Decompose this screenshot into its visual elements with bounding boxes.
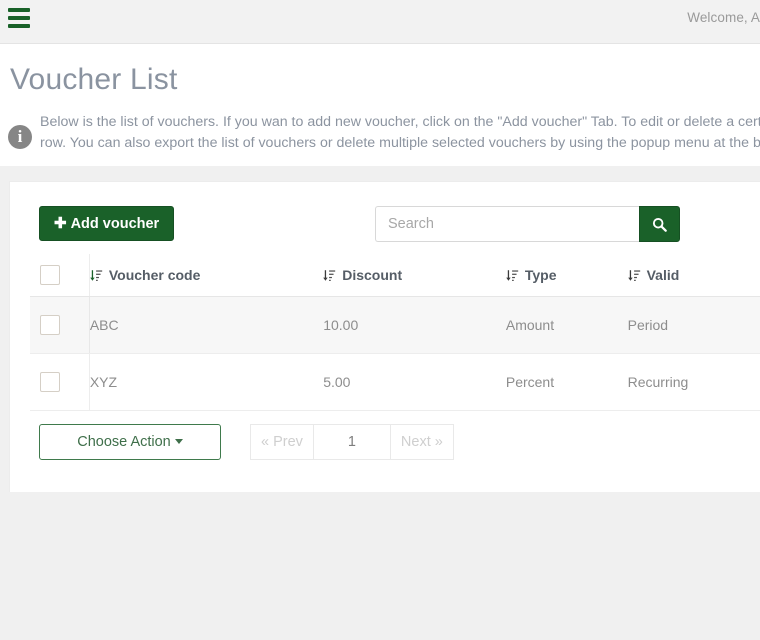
cell-type: Amount bbox=[505, 296, 628, 354]
cell-code: ABC bbox=[89, 296, 324, 354]
hamburger-menu-icon[interactable] bbox=[6, 6, 32, 30]
top-navbar: Welcome, A bbox=[0, 0, 760, 44]
page-background bbox=[0, 492, 760, 640]
sort-descending-icon bbox=[506, 270, 519, 281]
column-header-valid[interactable]: Valid bbox=[627, 254, 760, 297]
hamburger-bar bbox=[8, 16, 30, 20]
page-title: Voucher List bbox=[10, 63, 178, 96]
info-block: i Below is the list of vouchers. If you … bbox=[0, 112, 760, 154]
caret-down-icon bbox=[174, 439, 183, 444]
info-circle-icon: i bbox=[8, 125, 32, 149]
search-icon bbox=[652, 217, 667, 232]
voucher-table: Voucher code Discount Type Valid ABC 10.… bbox=[30, 254, 760, 411]
voucher-list-card: ✚ Add voucher Search Voucher code Discou… bbox=[10, 182, 760, 492]
search-group bbox=[375, 206, 680, 242]
row-select-cell bbox=[30, 296, 90, 354]
content-gap bbox=[0, 166, 760, 182]
select-all-checkbox[interactable] bbox=[40, 265, 60, 285]
cell-type: Percent bbox=[505, 353, 628, 411]
card-inner: ✚ Add voucher Search Voucher code Discou… bbox=[10, 182, 760, 473]
cell-discount: 5.00 bbox=[323, 353, 506, 411]
search-input[interactable] bbox=[375, 206, 639, 242]
card-footer: Choose Action « Prev 1 Next » bbox=[30, 411, 760, 473]
row-checkbox[interactable] bbox=[40, 315, 60, 335]
table-header-row: Voucher code Discount Type Valid bbox=[30, 254, 760, 297]
search-button[interactable] bbox=[639, 206, 680, 242]
table-head: Voucher code Discount Type Valid bbox=[30, 254, 760, 297]
pagination-page-1[interactable]: 1 bbox=[312, 424, 391, 460]
page-left-gutter bbox=[0, 166, 10, 492]
pagination-next[interactable]: Next » bbox=[389, 424, 454, 460]
column-header-code[interactable]: Voucher code bbox=[89, 254, 324, 297]
add-voucher-button[interactable]: ✚ Add voucher bbox=[39, 206, 175, 241]
row-select-cell bbox=[30, 353, 90, 411]
sort-descending-icon bbox=[90, 270, 103, 281]
choose-action-button[interactable]: Choose Action bbox=[39, 424, 221, 460]
table-body: ABC 10.00 Amount Period XYZ 5.00 Percent… bbox=[30, 296, 760, 411]
column-header-valid-label: Valid bbox=[646, 267, 680, 283]
column-header-discount[interactable]: Discount bbox=[323, 254, 506, 297]
column-header-code-label: Voucher code bbox=[108, 267, 201, 283]
hamburger-bar bbox=[8, 24, 30, 28]
cell-code: XYZ bbox=[89, 353, 324, 411]
info-description: Below is the list of vouchers. If you wa… bbox=[40, 112, 760, 154]
cell-discount: 10.00 bbox=[323, 296, 506, 354]
column-header-type[interactable]: Type bbox=[505, 254, 628, 297]
column-header-discount-label: Discount bbox=[342, 267, 403, 283]
cell-valid: Recurring bbox=[627, 353, 760, 411]
table-toolbar: ✚ Add voucher bbox=[30, 202, 760, 254]
row-checkbox[interactable] bbox=[40, 372, 60, 392]
pagination-prev[interactable]: « Prev bbox=[250, 424, 314, 460]
cell-valid: Period bbox=[627, 296, 760, 354]
sort-descending-icon bbox=[627, 270, 640, 281]
page-root: Welcome, A Voucher List i Below is the l… bbox=[0, 0, 760, 640]
plus-icon: ✚ bbox=[54, 215, 67, 232]
add-voucher-label: Add voucher bbox=[70, 216, 160, 232]
pagination: « Prev 1 Next » bbox=[250, 424, 454, 460]
select-all-cell bbox=[30, 254, 90, 297]
table-row[interactable]: XYZ 5.00 Percent Recurring bbox=[30, 353, 760, 411]
info-description-line-1: Below is the list of vouchers. If you wa… bbox=[40, 114, 760, 130]
page-content: Voucher List i Below is the list of vouc… bbox=[0, 44, 760, 154]
welcome-text: Welcome, A bbox=[687, 10, 760, 25]
choose-action-label: Choose Action bbox=[77, 434, 171, 450]
table-row[interactable]: ABC 10.00 Amount Period bbox=[30, 296, 760, 354]
info-description-line-2: row. You can also export the list of vou… bbox=[40, 135, 760, 151]
column-header-type-label: Type bbox=[524, 267, 557, 283]
sort-descending-icon bbox=[323, 270, 336, 281]
hamburger-bar bbox=[8, 8, 30, 12]
